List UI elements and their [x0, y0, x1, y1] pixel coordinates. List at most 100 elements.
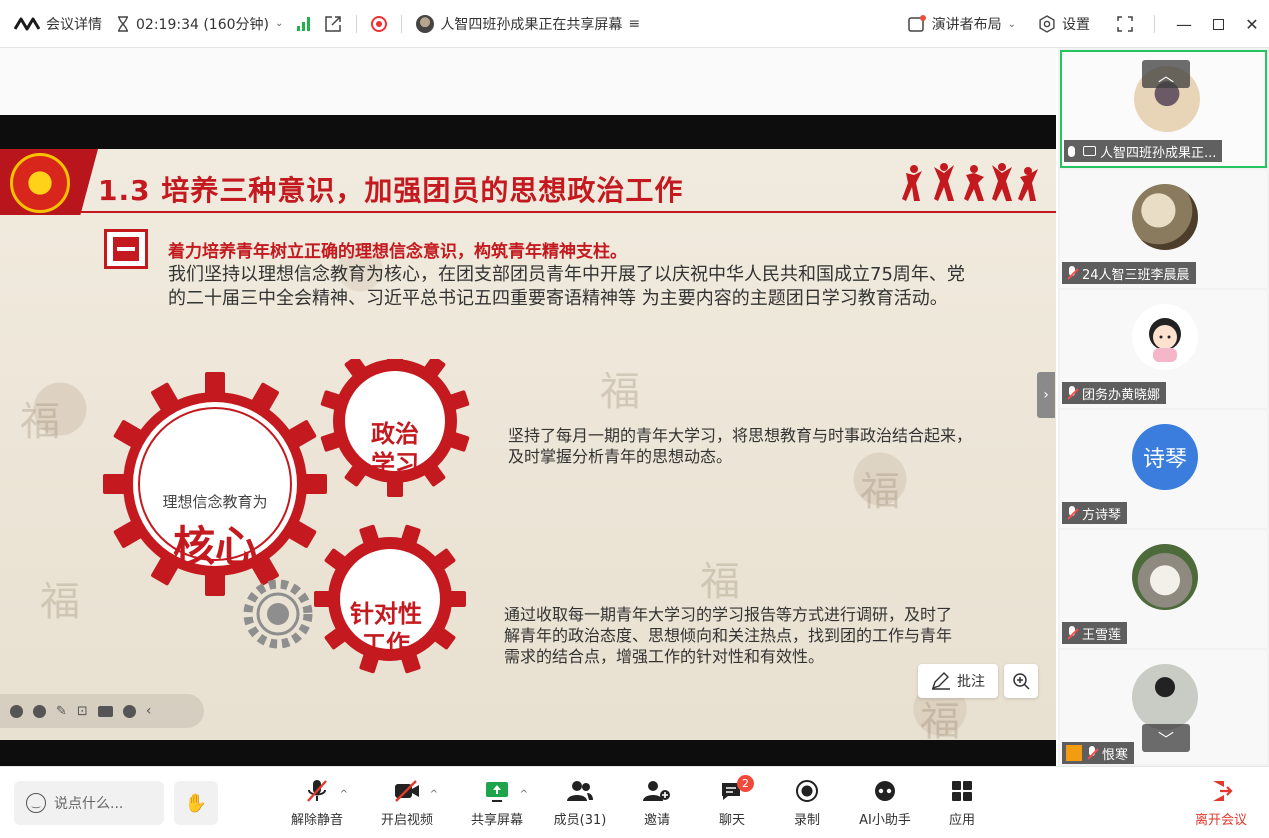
close-button[interactable]: ✕: [1239, 11, 1265, 37]
maximize-button[interactable]: [1205, 11, 1231, 37]
chat-label: 聊天: [718, 813, 745, 828]
mic-muted-icon: [1086, 746, 1098, 760]
panel-toggle-button[interactable]: ›: [1037, 372, 1055, 418]
annotate-button[interactable]: 批注: [918, 664, 998, 698]
participant-label: 团务办黄晓娜: [1062, 382, 1167, 404]
chat-placeholder: 说点什么...: [54, 796, 124, 812]
layout-button[interactable]: 演讲者布局 ⌄: [907, 14, 1016, 34]
quick-chat-input[interactable]: ‿ 说点什么...: [14, 781, 164, 825]
zoom-in-button[interactable]: [1004, 664, 1038, 698]
chevron-down-icon: ⌄: [1007, 18, 1016, 30]
caret-up-icon[interactable]: ^: [520, 789, 528, 800]
leave-meeting-label: 离开会议: [1194, 813, 1247, 828]
divider: [356, 14, 358, 33]
slide-title: 1.3 培养三种意识，加强团员的思想政治工作: [98, 174, 684, 207]
prev-slide-icon[interactable]: [10, 704, 23, 718]
grey-gear-bottom: [243, 579, 313, 649]
emoji-icon: ‿: [26, 793, 46, 813]
camera-icon[interactable]: [97, 705, 113, 717]
next-slide-icon[interactable]: [33, 704, 46, 718]
gear-icon: [1039, 15, 1055, 33]
layout-icon: [907, 15, 926, 32]
fullscreen-button[interactable]: [1112, 11, 1138, 37]
participant-tile[interactable]: 诗琴 方诗琴: [1060, 410, 1267, 528]
unmute-button[interactable]: ^ 解除静音: [282, 777, 352, 833]
chat-unread-badge: 2: [737, 775, 754, 792]
unmute-label: 解除静音: [290, 813, 343, 828]
divider: [1154, 15, 1155, 33]
settings-button[interactable]: 设置: [1038, 14, 1090, 34]
record-icon: [796, 780, 818, 802]
participant-name: 人智四班孙成果正...: [1100, 145, 1217, 161]
scroll-up-button[interactable]: ︿: [1142, 60, 1190, 88]
maximize-icon: [1212, 18, 1224, 30]
chevron-left-icon[interactable]: ‹: [146, 703, 152, 719]
start-video-label: 开启视频: [380, 813, 433, 828]
sharing-status[interactable]: 人智四班孙成果正在共享屏幕 ≡: [416, 14, 640, 34]
politics-gear-title: 政治 学习: [371, 420, 419, 478]
participant-tile[interactable]: 团务办黄晓娜: [1060, 290, 1267, 408]
watermark-fu: 福: [20, 399, 60, 445]
more-options-icon[interactable]: [122, 704, 136, 718]
raise-hand-button[interactable]: ✋: [174, 781, 218, 825]
participant-label: 恨寒: [1062, 742, 1135, 764]
slide-header: 1.3 培养三种意识，加强团员的思想政治工作: [0, 149, 1056, 215]
start-video-button[interactable]: ^ 开启视频: [372, 777, 442, 833]
politics-description: 坚持了每月一期的青年大学习，将思想教育与时事政治结合起来，及时掌握分析青年的思想…: [508, 426, 973, 466]
core-gear-title: 核心: [172, 522, 257, 571]
pop-out-button[interactable]: [324, 15, 342, 33]
pen-icon[interactable]: ✎: [56, 704, 67, 719]
share-screen-button[interactable]: ^ 共享屏幕: [462, 777, 532, 833]
apps-button[interactable]: 应用: [927, 777, 997, 833]
share-screen-label: 共享屏幕: [470, 813, 523, 828]
members-icon: [567, 781, 593, 801]
bottom-toolbar: ‿ 说点什么... ✋ ^ 解除静音 ^ 开启视频 ^ 共享屏幕 成员(31) …: [0, 766, 1269, 838]
meeting-timer[interactable]: 02:19:34 (160分钟) ⌄: [116, 14, 283, 34]
hand-icon: ✋: [184, 792, 208, 814]
mic-muted-icon: [1066, 266, 1078, 280]
mic-muted-icon: [1066, 506, 1078, 520]
minimize-icon: —: [1176, 14, 1192, 34]
meeting-details-button[interactable]: 会议详情: [14, 14, 102, 34]
video-off-icon: [395, 780, 419, 802]
top-bar: 会议详情 02:19:34 (160分钟) ⌄ 人智四班孙成果正在共享屏幕 ≡ …: [0, 0, 1269, 48]
ai-assistant-button[interactable]: AI小助手: [850, 777, 920, 833]
participants-panel: 人智四班孙成果正... 24人智三班李晨晨 团务办黄晓娜 诗琴 方诗琴 王雪莲: [1058, 48, 1269, 766]
record-label: 录制: [793, 813, 820, 828]
chat-button[interactable]: 2 聊天: [697, 775, 767, 833]
screen-share-icon: [1083, 146, 1096, 156]
focus-icon[interactable]: ⊡: [77, 704, 88, 719]
tencent-meeting-logo-icon: [14, 17, 40, 30]
members-button[interactable]: 成员(31): [545, 777, 615, 833]
network-signal[interactable]: [297, 16, 311, 31]
caret-up-icon[interactable]: ^: [340, 789, 348, 800]
mic-muted-icon: [1066, 386, 1078, 400]
participant-tile[interactable]: 王雪莲: [1060, 530, 1267, 648]
youth-league-emblem: [10, 153, 70, 213]
participant-label: 24人智三班李晨晨: [1062, 262, 1196, 284]
section-paragraph: 我们坚持以理想信念教育为核心，在团支部团员青年中开展了以庆祝中华人民共和国成立7…: [168, 264, 965, 309]
participant-label: 方诗琴: [1062, 502, 1128, 524]
sharing-status-text: 人智四班孙成果正在共享屏幕: [440, 16, 623, 33]
recording-indicator[interactable]: [371, 15, 388, 32]
fullscreen-icon: [1117, 16, 1133, 32]
core-gear-subtitle: 理想信念教育为: [162, 493, 268, 511]
hourglass-icon: [118, 15, 128, 32]
slide-control-strip: ✎ ⊡ ‹: [0, 694, 204, 728]
minimize-button[interactable]: —: [1171, 11, 1197, 37]
participant-name: 团务办黄晓娜: [1082, 387, 1161, 403]
mic-muted-icon: [307, 780, 327, 802]
participant-tile[interactable]: 24人智三班李晨晨: [1060, 170, 1267, 288]
participant-name: 24人智三班李晨晨: [1082, 267, 1190, 283]
dancing-youth-graphic: [902, 163, 1038, 201]
external-link-icon: [325, 15, 342, 32]
exit-icon: [1213, 781, 1233, 801]
scroll-down-button[interactable]: ﹀: [1142, 724, 1190, 752]
record-button[interactable]: 录制: [772, 777, 842, 833]
chevron-down-icon: ⌄: [274, 18, 284, 29]
leave-meeting-button[interactable]: 离开会议: [1186, 777, 1256, 828]
participant-name: 方诗琴: [1082, 507, 1122, 523]
invite-button[interactable]: 邀请: [622, 777, 692, 833]
caret-up-icon[interactable]: ^: [430, 789, 438, 800]
avatar: [1132, 544, 1198, 610]
